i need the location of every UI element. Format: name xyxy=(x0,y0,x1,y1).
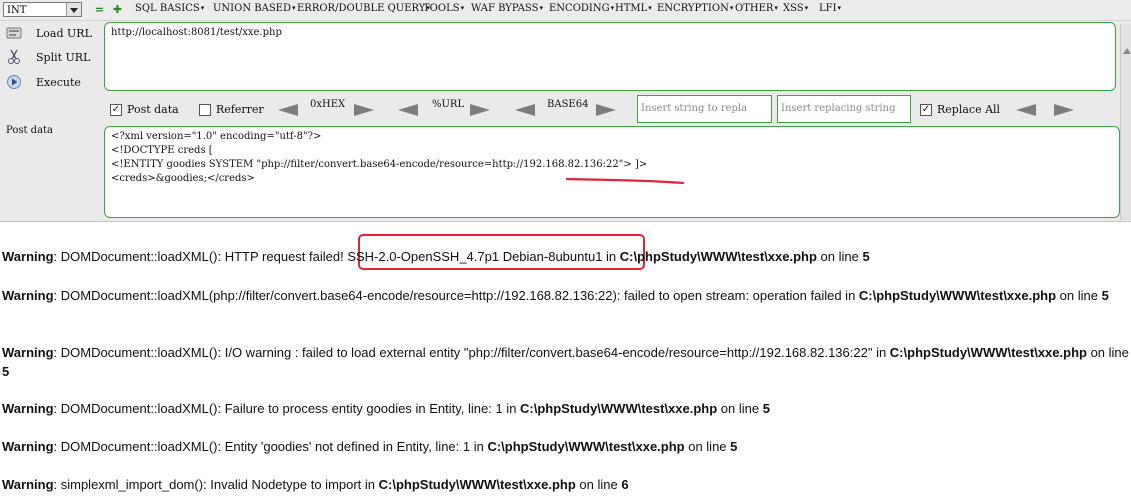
split-url-label: Split URL xyxy=(36,51,91,64)
hackbar-panel: INT = ✚ SQL BASICS UNION BASED ERROR/DOU… xyxy=(0,0,1131,222)
play-icon xyxy=(7,75,21,89)
warning-text: : DOMDocument::loadXML(): Entity 'goodie… xyxy=(53,439,488,454)
hex-encode-arrow-icon[interactable] xyxy=(354,104,374,116)
warning-message: Warning: DOMDocument::loadXML(php://filt… xyxy=(2,286,1130,305)
warning-text: : DOMDocument::loadXML(php://filter/conv… xyxy=(53,288,859,303)
menu-lfi[interactable]: LFI xyxy=(819,3,841,14)
insert-string-placeholder: Insert string to repla xyxy=(641,103,748,114)
menu-html[interactable]: HTML xyxy=(615,3,652,14)
warning-text: : simplexml_import_dom(): Invalid Nodety… xyxy=(53,477,379,492)
warning-path: C:\phpStudy\WWW\test\xxe.php xyxy=(858,288,1057,303)
warning-message: Warning: DOMDocument::loadXML(): Entity … xyxy=(2,437,1130,456)
options-row: ✓ Post data Referrer 0xHEX %URL BASE64 ✓… xyxy=(0,98,1120,122)
load-url-icon xyxy=(6,27,22,39)
warning-tail: on line xyxy=(575,477,622,492)
post-data-label: Post data xyxy=(6,125,54,136)
scissors-icon xyxy=(8,49,20,64)
minus-icon[interactable]: = xyxy=(94,4,105,15)
warning-label: Warning xyxy=(2,288,54,303)
replacing-string-placeholder: Insert replacing string xyxy=(781,103,896,114)
base64-label: BASE64 xyxy=(547,99,589,110)
post-data-textarea[interactable]: <?xml version="1.0" encoding="utf-8"?> <… xyxy=(104,126,1120,218)
warning-path: C:\phpStudy\WWW\test\xxe.php xyxy=(889,345,1087,360)
warning-message: Warning: simplexml_import_dom(): Invalid… xyxy=(2,475,1130,494)
warning-text: : DOMDocument::loadXML(): I/O warning : … xyxy=(53,345,890,360)
type-select-value: INT xyxy=(7,5,27,16)
warning-message: Warning: DOMDocument::loadXML(): Failure… xyxy=(2,399,1130,418)
warning-path: C:\phpStudy\WWW\test\xxe.php xyxy=(378,477,576,492)
post-line: <?xml version="1.0" encoding="utf-8"?> xyxy=(111,131,322,142)
warning-line: 5 xyxy=(862,249,870,264)
warning-label: Warning xyxy=(2,439,54,454)
red-underline-annotation xyxy=(565,177,685,185)
referrer-checkbox[interactable] xyxy=(199,104,211,116)
base64-decode-arrow-icon[interactable] xyxy=(515,104,535,116)
warning-line: 6 xyxy=(621,477,629,492)
menu-error-double-query[interactable]: ERROR/DOUBLE QUERY xyxy=(297,3,430,14)
warning-line: 5 xyxy=(1101,288,1109,303)
replacing-string-input[interactable]: Insert replacing string xyxy=(777,95,911,123)
warning-message: Warning: DOMDocument::loadXML(): HTTP re… xyxy=(2,247,1130,266)
menu-encoding[interactable]: ENCODING xyxy=(549,3,614,14)
replace-left-arrow-icon[interactable] xyxy=(1016,104,1036,116)
url-value: http://localhost:8081/test/xxe.php xyxy=(111,27,282,38)
warning-path: C:\phpStudy\WWW\test\xxe.php xyxy=(619,249,817,264)
load-url-label: Load URL xyxy=(36,27,92,40)
warning-label: Warning xyxy=(2,345,54,360)
menu-xss[interactable]: XSS xyxy=(783,3,808,14)
menu-tools[interactable]: TOOLS xyxy=(423,3,464,14)
post-data-checkbox-label: Post data xyxy=(127,103,179,116)
menu-other[interactable]: OTHER xyxy=(735,3,778,14)
warning-message: Warning: DOMDocument::loadXML(): I/O war… xyxy=(2,343,1130,381)
warning-path: C:\phpStudy\WWW\test\xxe.php xyxy=(487,439,685,454)
type-select[interactable]: INT xyxy=(3,2,82,17)
replace-right-arrow-icon[interactable] xyxy=(1054,104,1074,116)
menu-waf-bypass[interactable]: WAF BYPASS xyxy=(471,3,543,14)
warning-path: C:\phpStudy\WWW\test\xxe.php xyxy=(520,401,718,416)
hex-decode-arrow-icon[interactable] xyxy=(278,104,298,116)
replace-all-checkbox[interactable]: ✓ xyxy=(920,104,932,116)
base64-encode-arrow-icon[interactable] xyxy=(596,104,616,116)
url-encode-arrow-icon[interactable] xyxy=(470,104,490,116)
warning-tail: on line xyxy=(1056,288,1102,303)
warning-line: 5 xyxy=(762,401,770,416)
post-data-checkbox[interactable]: ✓ xyxy=(110,104,122,116)
warning-text: : DOMDocument::loadXML(): HTTP request f… xyxy=(53,249,620,264)
scrollbar[interactable] xyxy=(1120,24,1131,220)
insert-string-input[interactable]: Insert string to repla xyxy=(637,95,772,123)
execute-label: Execute xyxy=(36,76,81,89)
url-label: %URL xyxy=(432,99,465,110)
url-decode-arrow-icon[interactable] xyxy=(398,104,418,116)
plus-icon[interactable]: ✚ xyxy=(112,4,123,15)
chevron-down-icon[interactable] xyxy=(66,3,81,16)
menu-union-based[interactable]: UNION BASED xyxy=(213,3,296,14)
referrer-checkbox-label: Referrer xyxy=(216,103,264,116)
post-line: <!ENTITY goodies SYSTEM "php://filter/co… xyxy=(111,159,648,170)
warning-text: : DOMDocument::loadXML(): Failure to pro… xyxy=(53,401,521,416)
warning-label: Warning xyxy=(2,401,54,416)
replace-all-checkbox-label: Replace All xyxy=(937,103,1001,116)
menu-encryption[interactable]: ENCRYPTION xyxy=(657,3,733,14)
warning-tail: on line xyxy=(1086,345,1129,360)
warning-tail: on line xyxy=(816,249,863,264)
post-line: <!DOCTYPE creds [ xyxy=(111,145,213,156)
url-textarea[interactable]: http://localhost:8081/test/xxe.php xyxy=(104,22,1116,91)
warning-label: Warning xyxy=(2,249,54,264)
hex-label: 0xHEX xyxy=(310,99,346,110)
warning-line: 5 xyxy=(2,364,10,379)
warning-tail: on line xyxy=(717,401,763,416)
warning-tail: on line xyxy=(684,439,731,454)
warning-line: 5 xyxy=(730,439,738,454)
hackbar-toolbar: INT = ✚ SQL BASICS UNION BASED ERROR/DOU… xyxy=(0,0,1131,21)
menu-sql-basics[interactable]: SQL BASICS xyxy=(135,3,204,14)
warning-label: Warning xyxy=(2,477,54,492)
